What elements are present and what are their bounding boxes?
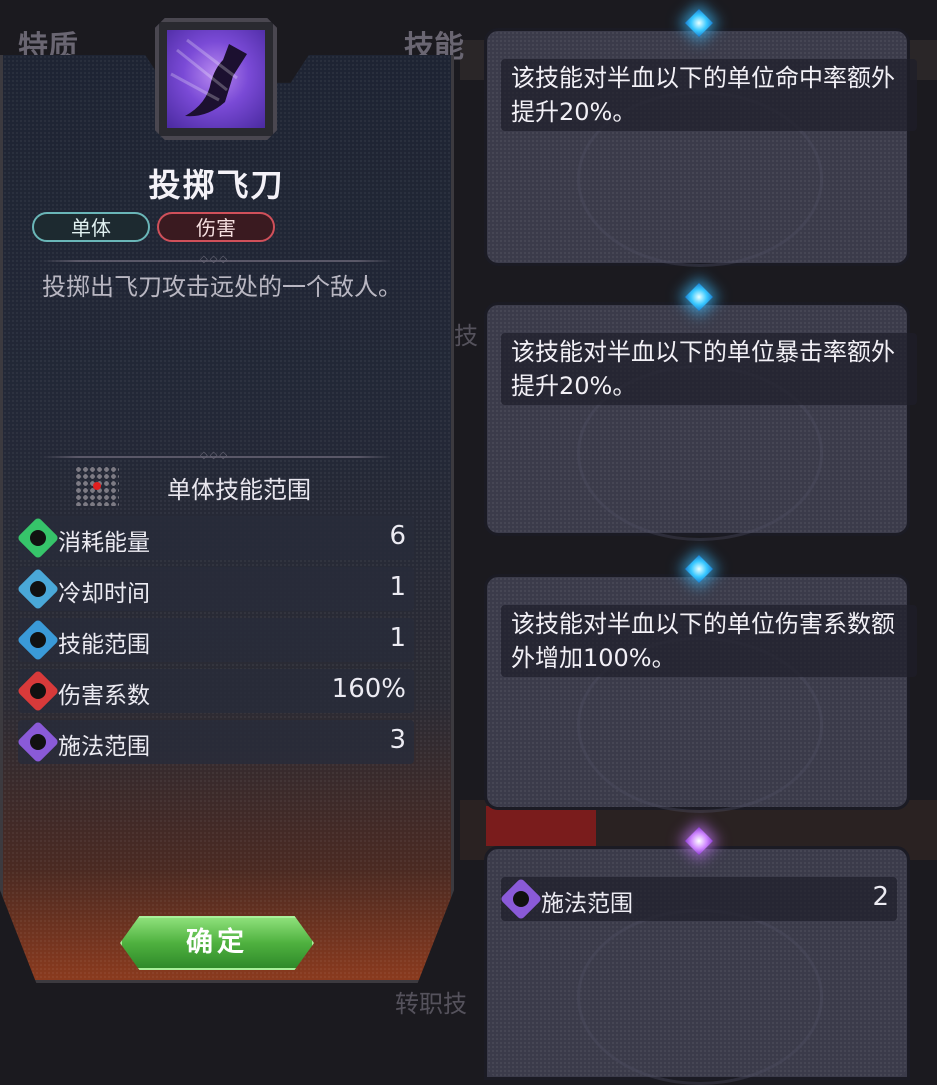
stat-value: 2: [872, 882, 889, 912]
blue-gem-icon: [684, 554, 714, 584]
stat-label: 技能范围: [58, 632, 150, 658]
upgrade-description: 该技能对半血以下的单位伤害系数额外增加100%。: [501, 605, 917, 677]
stat-label: 伤害系数: [58, 683, 150, 709]
divider-ornament: ◇◇◇: [200, 254, 230, 265]
stat-cooldown: 冷却时间 1: [16, 567, 414, 611]
hex-grid-icon: [75, 466, 119, 506]
cooldown-icon: [16, 567, 60, 611]
skill-range-icon: [16, 618, 60, 662]
stat-energy-cost: 消耗能量 6: [16, 516, 414, 560]
blue-gem-icon: [684, 282, 714, 312]
stat-value: 3: [389, 725, 406, 755]
upgrade-card[interactable]: 该技能对半血以下的单位命中率额外提升20%。: [484, 8, 917, 267]
stat-value: 6: [389, 521, 406, 551]
upgrade-description: 该技能对半血以下的单位命中率额外提升20%。: [501, 59, 917, 131]
background-skill-thumbnail: [486, 806, 596, 846]
skill-range-label: 单体技能范围: [167, 476, 311, 504]
stat-value: 1: [389, 623, 406, 653]
stat-cast-range: 施法范围 2: [499, 877, 897, 921]
stat-value: 160%: [331, 674, 406, 704]
stat-damage-coefficient: 伤害系数 160%: [16, 669, 414, 713]
cast-range-icon: [499, 877, 543, 921]
upgrade-description: 该技能对半血以下的单位暴击率额外提升20%。: [501, 333, 917, 405]
divider-ornament: ◇◇◇: [200, 450, 230, 461]
upgrade-card[interactable]: 施法范围 2: [484, 826, 910, 1085]
tag-single-target: 单体: [32, 212, 150, 242]
cast-range-icon: [16, 720, 60, 764]
stat-label: 施法范围: [541, 891, 633, 917]
stat-value: 1: [389, 572, 406, 602]
skill-range-row: 单体技能范围: [75, 466, 405, 506]
damage-icon: [16, 669, 60, 713]
blue-gem-icon: [684, 8, 714, 38]
stat-cast-range: 施法范围 3: [16, 720, 414, 764]
upgrade-card[interactable]: 该技能对半血以下的单位暴击率额外提升20%。: [484, 282, 917, 541]
skill-title: 投掷飞刀: [148, 166, 285, 204]
stat-skill-range: 技能范围 1: [16, 618, 414, 662]
throwing-knife-icon: [167, 30, 265, 128]
stat-label: 冷却时间: [58, 581, 150, 607]
skill-icon-frame: [155, 18, 277, 140]
stat-label: 施法范围: [58, 734, 150, 760]
background-transfer-skill-label: 转职技: [395, 990, 467, 1018]
energy-icon: [16, 516, 60, 560]
tag-damage: 伤害: [157, 212, 275, 242]
stat-label: 消耗能量: [58, 530, 150, 556]
confirm-button[interactable]: 确定: [120, 916, 314, 970]
skill-description: 投掷出飞刀攻击远处的一个敌人。: [42, 273, 402, 301]
upgrade-card[interactable]: 该技能对半血以下的单位伤害系数额外增加100%。: [484, 554, 917, 813]
card-emblem: [577, 909, 823, 1085]
